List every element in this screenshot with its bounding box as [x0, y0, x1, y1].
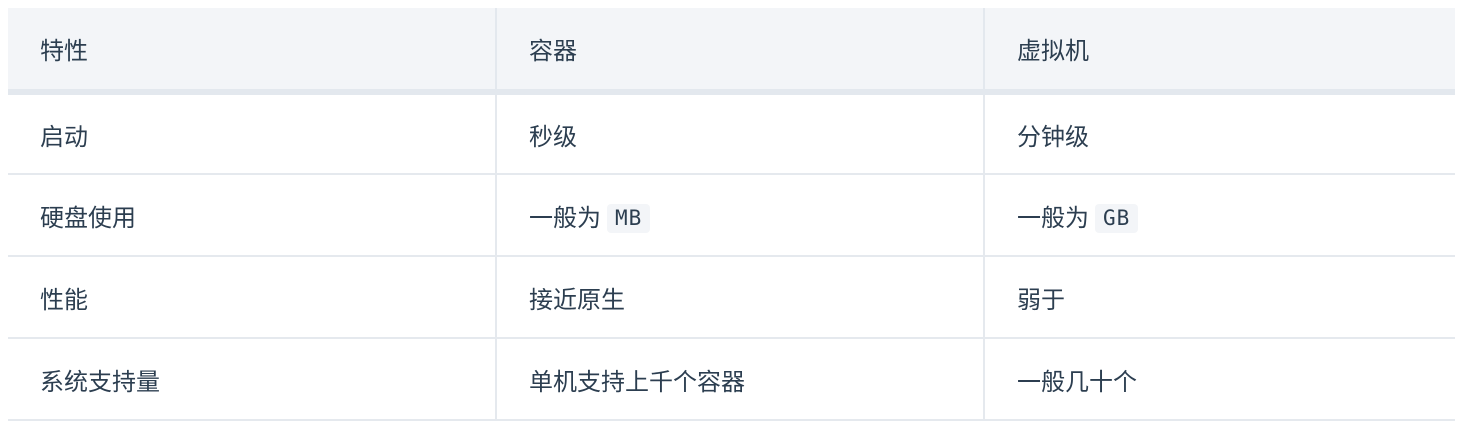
header-row: 特性 容器 虚拟机: [8, 8, 1455, 95]
cell-feature: 启动: [8, 92, 496, 175]
cell-vm: 一般几十个: [983, 338, 1455, 421]
cell-feature: 系统支持量: [8, 338, 496, 421]
cell-feature: 性能: [8, 256, 496, 339]
cell-feature: 硬盘使用: [8, 174, 496, 257]
cell-vm: 一般为 GB: [983, 174, 1455, 257]
header-cell-vm: 虚拟机: [983, 8, 1455, 95]
cell-container: 一般为 MB: [495, 174, 984, 257]
table-row: 启动 秒级 分钟级: [8, 92, 1455, 175]
table-header: 特性 容器 虚拟机: [8, 8, 1455, 95]
cell-text: 一般为: [1017, 203, 1089, 232]
table-row: 系统支持量 单机支持上千个容器 一般几十个: [8, 338, 1455, 421]
inline-code: MB: [607, 203, 651, 233]
cell-vm: 弱于: [983, 256, 1455, 339]
cell-container: 接近原生: [495, 256, 984, 339]
table-row: 性能 接近原生 弱于: [8, 256, 1455, 339]
cell-container: 单机支持上千个容器: [495, 338, 984, 421]
inline-code: GB: [1095, 203, 1139, 233]
table-body: 启动 秒级 分钟级 硬盘使用 一般为 MB 一般为 GB 性能 接近原生 弱于 系统…: [8, 92, 1455, 421]
cell-container: 秒级: [495, 92, 984, 175]
header-cell-feature: 特性: [8, 8, 496, 95]
cell-vm: 分钟级: [983, 92, 1455, 175]
table-row: 硬盘使用 一般为 MB 一般为 GB: [8, 174, 1455, 257]
cell-text: 一般为: [529, 203, 601, 232]
header-cell-container: 容器: [495, 8, 984, 95]
comparison-table: 特性 容器 虚拟机 启动 秒级 分钟级 硬盘使用 一般为 MB 一般为 GB 性能 …: [8, 8, 1455, 421]
